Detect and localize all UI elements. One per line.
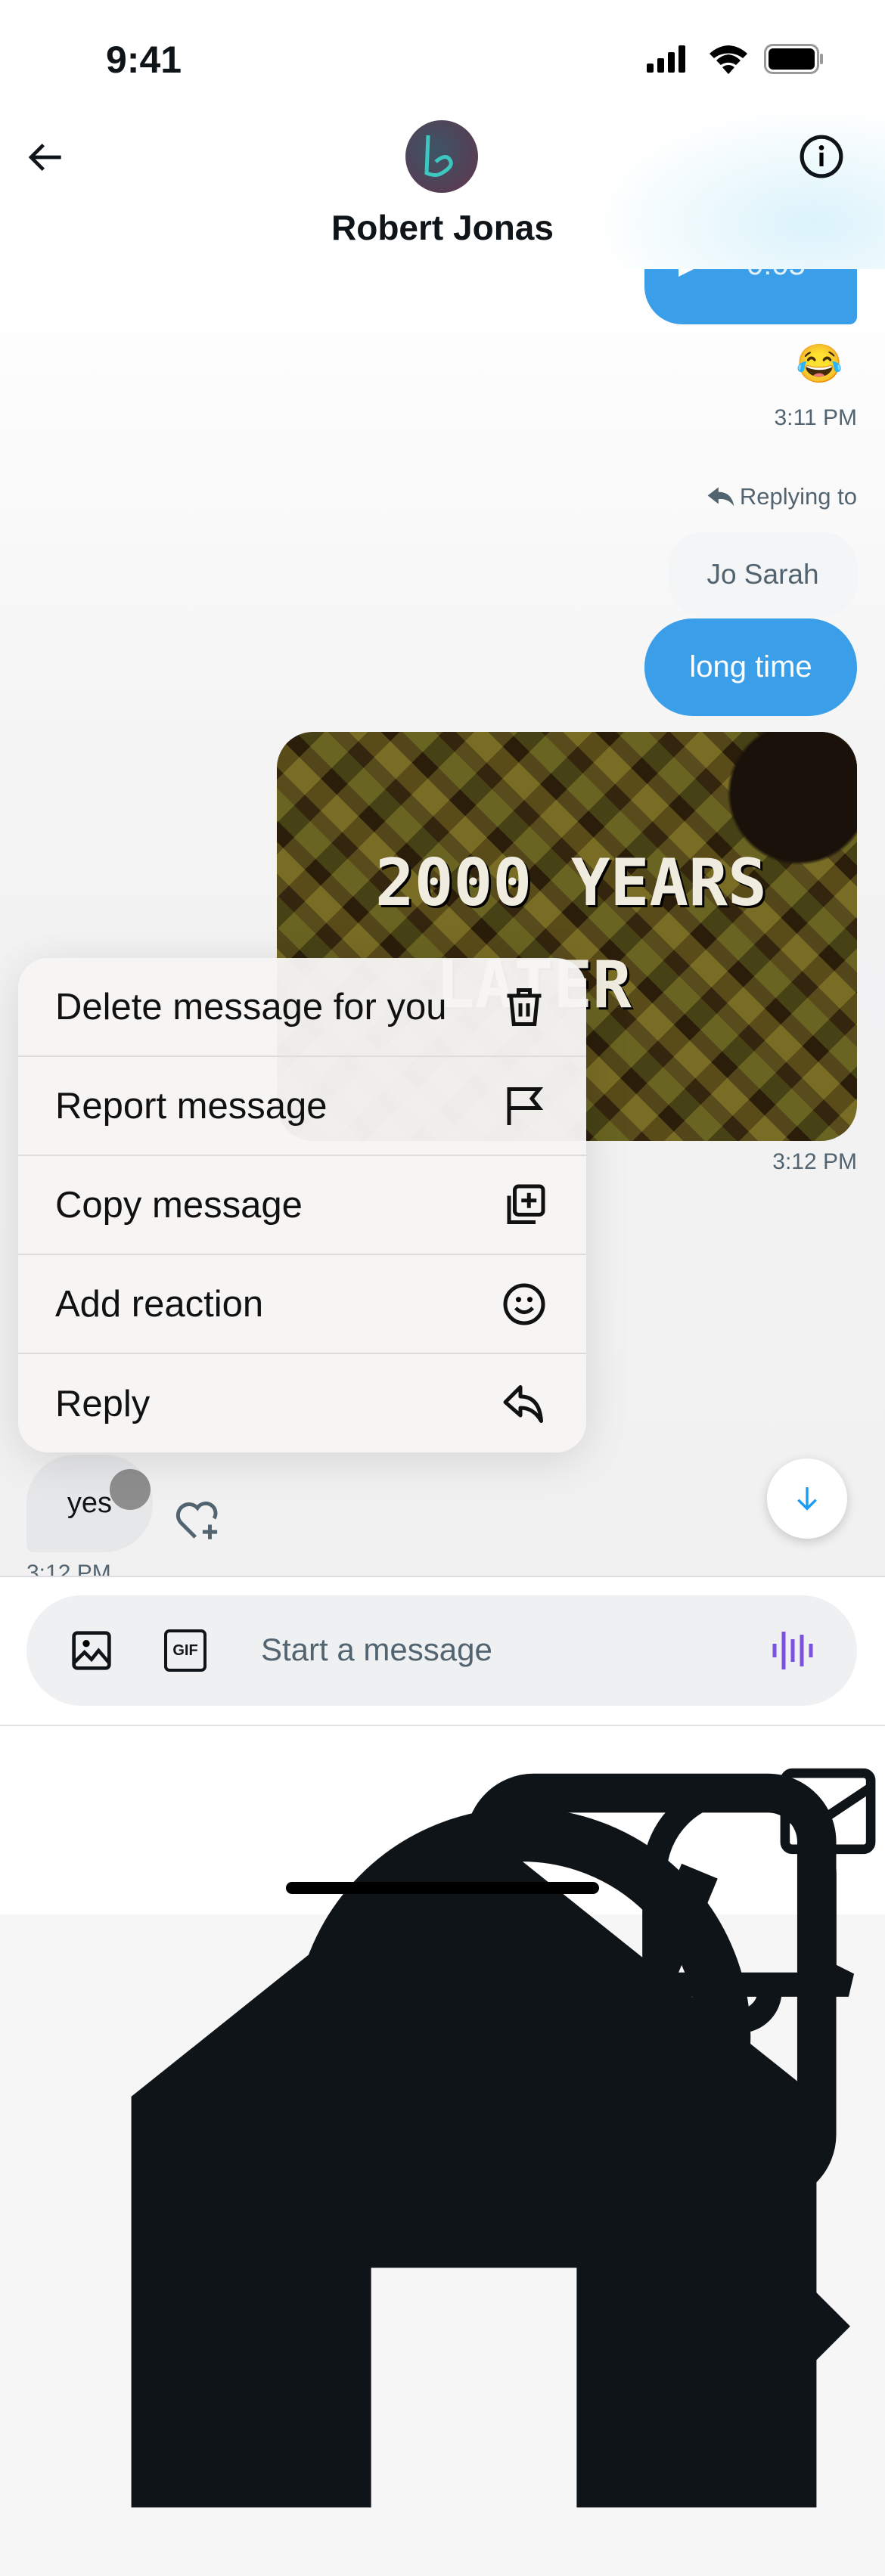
message-input[interactable]: Start a message — [261, 1632, 492, 1668]
audio-message[interactable]: 0:05 — [644, 269, 857, 324]
menu-item-label: Add reaction — [55, 1283, 264, 1325]
status-time: 9:41 — [106, 39, 182, 81]
menu-item-label: Report message — [55, 1085, 328, 1127]
replying-to-label: Replying to — [706, 483, 857, 510]
battery-icon — [764, 44, 823, 74]
menu-item-copy[interactable]: Copy message — [18, 1156, 586, 1255]
flag-icon — [507, 1087, 544, 1125]
timestamp: 3:12 PM — [772, 1149, 857, 1174]
divider — [0, 1725, 885, 1726]
home-indicator[interactable] — [286, 1882, 599, 1894]
copy-icon — [507, 1184, 545, 1224]
reply-label-text: Replying to — [739, 483, 857, 510]
heart-plus-icon[interactable] — [172, 1496, 222, 1545]
avatar[interactable] — [405, 120, 478, 193]
conversation-title: Robert Jonas — [331, 208, 554, 247]
menu-item-delete[interactable]: Delete message for you — [18, 958, 586, 1057]
back-arrow-icon[interactable] — [26, 136, 68, 178]
gif-icon[interactable]: GIF — [164, 1629, 206, 1672]
touch-indicator — [110, 1469, 151, 1510]
smiley-icon — [503, 1283, 545, 1325]
timestamp: 3:11 PM — [774, 405, 858, 430]
mail-icon[interactable] — [771, 1754, 885, 1868]
replied-message-preview[interactable]: Jo Sarah — [669, 532, 857, 616]
reply-icon — [503, 1384, 543, 1423]
signal-icon — [647, 45, 685, 73]
arrow-down-icon — [797, 1487, 817, 1511]
menu-item-add-reaction[interactable]: Add reaction — [18, 1255, 586, 1354]
menu-item-label: Copy message — [55, 1184, 303, 1226]
audio-duration: 0:05 — [747, 269, 806, 282]
timestamp: 3:12 PM — [26, 1561, 111, 1576]
image-caption-1: 2000 YEARS — [375, 845, 767, 921]
menu-item-label: Reply — [55, 1383, 151, 1424]
message-bubble[interactable]: long time — [644, 618, 857, 716]
message-composer[interactable]: GIF Start a message — [26, 1595, 857, 1706]
play-icon[interactable] — [678, 269, 709, 284]
info-icon[interactable] — [798, 133, 845, 180]
message-context-menu: Delete message for you Report message Co… — [18, 958, 586, 1452]
menu-item-label: Delete message for you — [55, 986, 447, 1028]
reaction-emoji[interactable]: 😂 — [796, 342, 843, 386]
image-icon[interactable] — [70, 1629, 113, 1672]
reply-arrow-icon — [707, 487, 734, 507]
menu-item-reply[interactable]: Reply — [18, 1354, 586, 1452]
voice-message-icon[interactable] — [772, 1629, 815, 1672]
wifi-icon — [710, 45, 747, 74]
menu-item-report[interactable]: Report message — [18, 1057, 586, 1156]
scroll-to-bottom-button[interactable] — [767, 1458, 847, 1539]
trash-icon — [507, 987, 542, 1026]
